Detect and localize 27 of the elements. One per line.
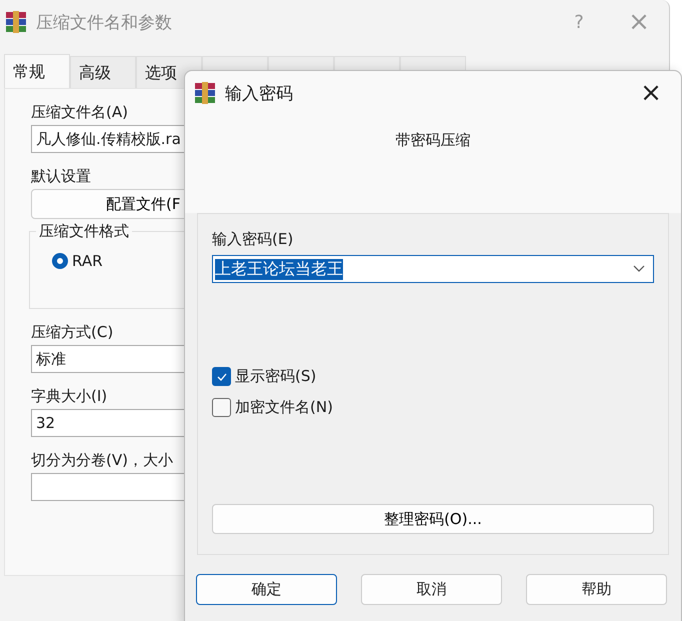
- dialog-button[interactable]: 取消: [361, 574, 502, 605]
- checkbox[interactable]: [212, 398, 231, 417]
- checkbox-label: 加密文件名(N): [235, 398, 333, 417]
- close-button[interactable]: ×: [621, 73, 681, 113]
- chevron-icon: [633, 265, 645, 273]
- checkbox[interactable]: [212, 367, 231, 386]
- window-title: 压缩文件名和参数: [36, 12, 172, 34]
- field-label: 默认设置: [31, 167, 92, 186]
- tab[interactable]: 常规: [4, 54, 70, 88]
- dialog-button[interactable]: 帮助: [526, 574, 667, 605]
- dialog-title: 输入密码: [225, 82, 293, 104]
- group-label: 压缩文件格式: [36, 222, 132, 241]
- field-label: 压缩文件名(A): [31, 103, 129, 122]
- dialog-heading: 带密码压缩: [396, 131, 470, 151]
- archive-icon: [4, 10, 28, 34]
- checkbox-label: 显示密码(S): [235, 367, 316, 386]
- archive-icon: [193, 81, 217, 105]
- radio-label: RAR: [72, 252, 102, 270]
- organize-passwords-button[interactable]: 整理密码(O)...: [212, 504, 654, 534]
- tab[interactable]: 高级: [70, 56, 136, 88]
- password-combo[interactable]: 上老王论坛当老王: [212, 255, 654, 283]
- field-label: 切分为分卷(V)，大小: [31, 451, 174, 470]
- dialog-button[interactable]: 确定: [196, 574, 337, 605]
- radio-button[interactable]: [52, 253, 68, 269]
- field-label: 输入密码(E): [212, 230, 294, 249]
- field-label: 压缩方式(C): [31, 323, 114, 342]
- field-label: 字典大小(I): [31, 387, 108, 406]
